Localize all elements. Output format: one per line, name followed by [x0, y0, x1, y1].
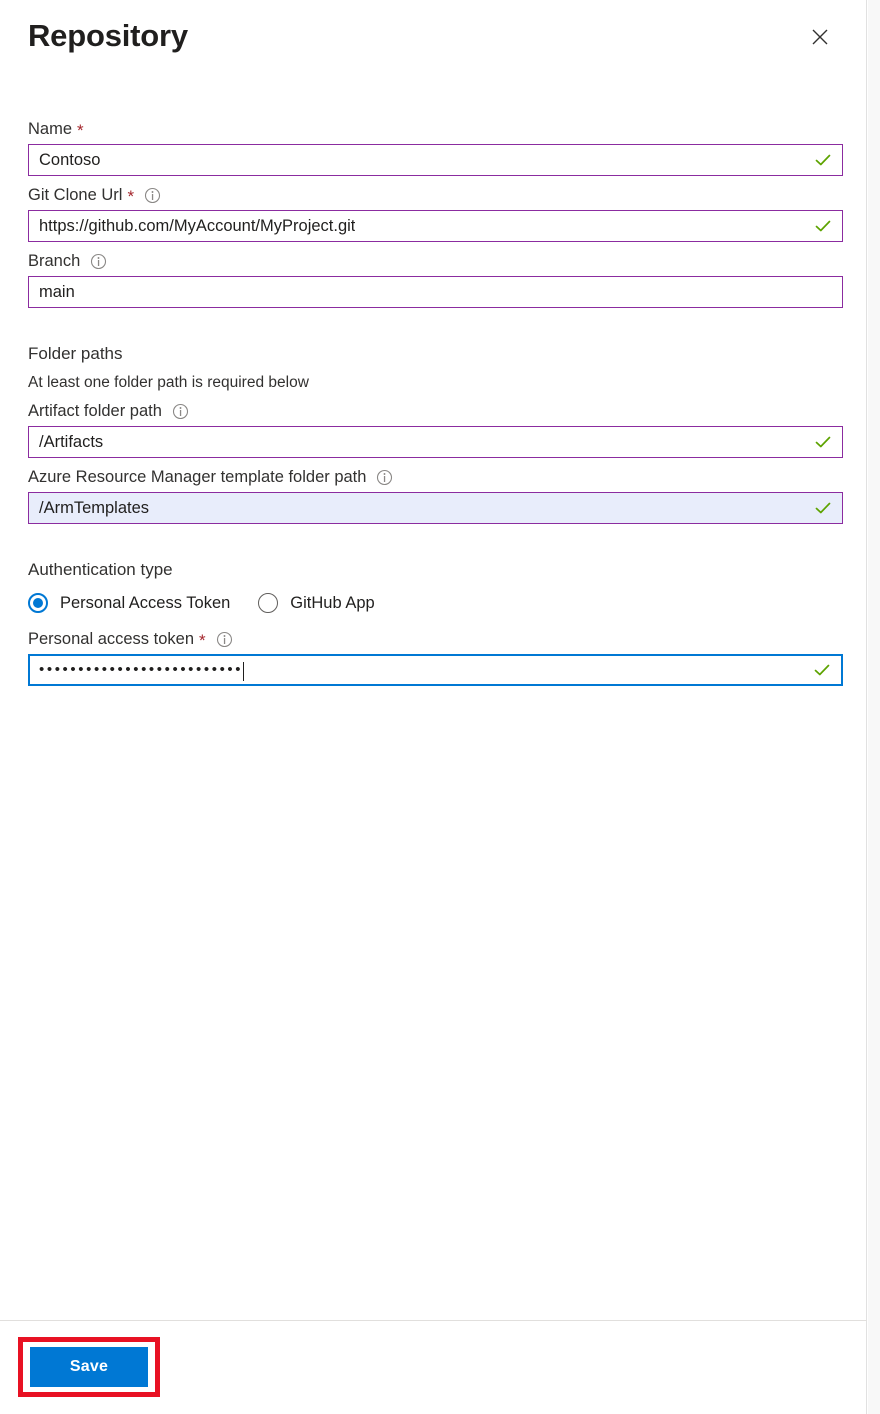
- checkmark-icon: [814, 151, 832, 169]
- name-label-text: Name: [28, 120, 73, 138]
- name-input[interactable]: Contoso: [28, 144, 843, 176]
- arm-template-folder-path-label-text: Azure Resource Manager template folder p…: [28, 468, 367, 486]
- radio-github-app-label: GitHub App: [290, 594, 375, 612]
- checkmark-icon: [813, 661, 831, 679]
- info-icon[interactable]: [376, 469, 393, 486]
- required-asterisk: *: [199, 630, 206, 650]
- git-clone-url-input[interactable]: https://github.com/MyAccount/MyProject.g…: [28, 210, 843, 242]
- personal-access-token-input[interactable]: ••••••••••••••••••••••••••: [28, 654, 843, 686]
- arm-template-folder-path-input[interactable]: /ArmTemplates: [28, 492, 843, 524]
- repository-form: Name * Contoso Git Clone Url * https://g…: [0, 118, 867, 686]
- required-asterisk: *: [127, 186, 135, 206]
- arm-template-folder-path-input-value: /ArmTemplates: [39, 499, 150, 517]
- checkmark-icon: [814, 433, 832, 451]
- text-cursor: [243, 661, 245, 681]
- name-input-value: Contoso: [39, 151, 101, 169]
- panel-outside-area: [868, 0, 880, 1414]
- authentication-type-heading: Authentication type: [28, 560, 173, 579]
- radio-mark-icon: [258, 593, 279, 613]
- close-icon: [810, 27, 830, 47]
- branch-input-value: main: [39, 283, 75, 301]
- artifact-folder-path-label: Artifact folder path: [28, 400, 867, 422]
- git-clone-url-label-text: Git Clone Url: [28, 186, 123, 204]
- authentication-type-radio-group: Personal Access Token GitHub App: [28, 588, 867, 618]
- save-button[interactable]: Save: [30, 1347, 148, 1387]
- git-clone-url-input-value: https://github.com/MyAccount/MyProject.g…: [39, 217, 356, 235]
- required-asterisk: *: [77, 120, 84, 140]
- panel-header: Repository: [0, 0, 867, 76]
- radio-github-app[interactable]: GitHub App: [258, 592, 375, 614]
- arm-template-folder-path-label: Azure Resource Manager template folder p…: [28, 466, 867, 488]
- name-label: Name *: [28, 118, 867, 140]
- branch-label: Branch: [28, 250, 867, 272]
- git-clone-url-label: Git Clone Url *: [28, 184, 867, 206]
- radio-mark-icon: [28, 593, 48, 613]
- artifact-folder-path-input-value: /Artifacts: [39, 433, 104, 451]
- info-icon[interactable]: [144, 187, 161, 204]
- info-icon[interactable]: [172, 403, 189, 420]
- radio-personal-access-token-label: Personal Access Token: [60, 594, 231, 612]
- personal-access-token-label-text: Personal access token: [28, 630, 195, 648]
- artifact-folder-path-label-text: Artifact folder path: [28, 402, 162, 420]
- branch-input[interactable]: main: [28, 276, 843, 308]
- info-icon[interactable]: [216, 631, 233, 648]
- page-title: Repository: [28, 18, 188, 53]
- branch-label-text: Branch: [28, 252, 81, 270]
- footer-divider: [0, 1320, 867, 1321]
- checkmark-icon: [814, 217, 832, 235]
- personal-access-token-input-value: ••••••••••••••••••••••••••: [39, 661, 244, 678]
- folder-paths-heading: Folder paths: [28, 344, 123, 363]
- close-button[interactable]: [800, 18, 840, 56]
- artifact-folder-path-input[interactable]: /Artifacts: [28, 426, 843, 458]
- personal-access-token-label: Personal access token *: [28, 628, 867, 650]
- info-icon[interactable]: [90, 253, 107, 270]
- radio-personal-access-token[interactable]: Personal Access Token: [28, 592, 230, 614]
- repository-panel: Repository Name * Contoso Git Clone Url …: [0, 0, 867, 1414]
- checkmark-icon: [814, 499, 832, 517]
- folder-paths-note: At least one folder path is required bel…: [28, 374, 309, 391]
